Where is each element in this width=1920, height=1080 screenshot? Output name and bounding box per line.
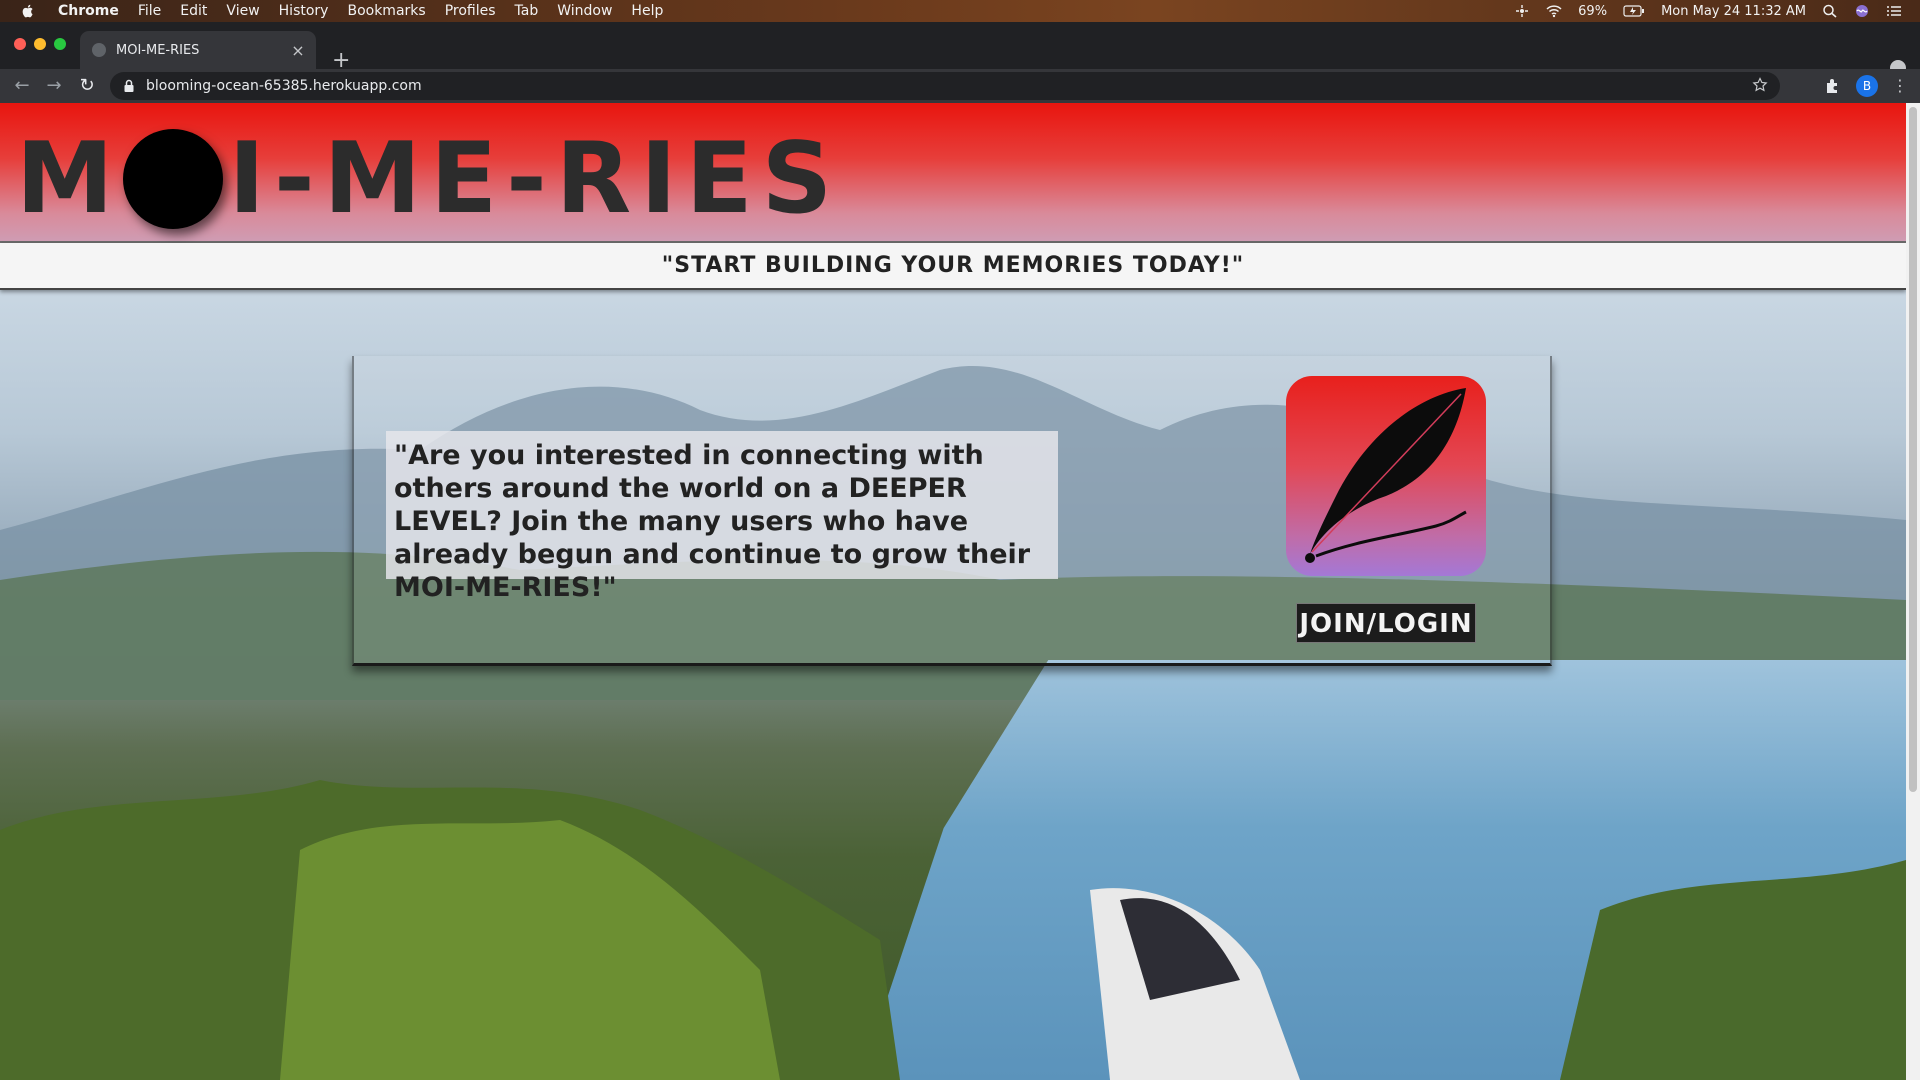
intro-text: "Are you interested in connecting with o… <box>386 431 1058 603</box>
battery-percent: 69% <box>1578 3 1608 19</box>
welcome-card: "Are you interested in connecting with o… <box>352 356 1552 666</box>
new-tab-button[interactable]: + <box>332 50 350 72</box>
tab-close-icon[interactable]: × <box>288 41 308 60</box>
join-login-button[interactable]: JOIN/LOGIN <box>1296 603 1476 643</box>
lock-icon[interactable] <box>122 79 136 93</box>
quill-logo-button[interactable] <box>1286 376 1486 576</box>
chrome-menu-button[interactable]: ⋮ <box>1892 77 1908 95</box>
extensions-puzzle-icon[interactable] <box>1824 77 1842 95</box>
page-viewport: M I-ME-RIES "START BUILDING YOUR MEMORIE… <box>0 103 1906 1080</box>
tab-favicon-icon <box>92 43 106 57</box>
battery-icon[interactable] <box>1623 4 1645 18</box>
menu-profiles[interactable]: Profiles <box>445 3 496 19</box>
logo-orb-icon <box>122 129 223 229</box>
url-text[interactable]: blooming-ocean-65385.herokuapp.com <box>146 78 422 94</box>
reload-button[interactable]: ↻ <box>76 75 98 97</box>
menu-window[interactable]: Window <box>557 3 612 19</box>
browser-tab-strip: MOI-ME-RIES × + <box>0 22 1920 76</box>
bookmark-star-icon[interactable] <box>1752 77 1768 93</box>
back-button[interactable]: ← <box>11 75 33 97</box>
wifi-icon[interactable] <box>1546 4 1562 18</box>
quill-feather-icon <box>1305 388 1467 563</box>
menu-app-name[interactable]: Chrome <box>58 3 119 19</box>
menu-history[interactable]: History <box>279 3 329 19</box>
zoom-window-button[interactable] <box>54 38 66 50</box>
browser-tab[interactable]: MOI-ME-RIES × <box>80 31 316 69</box>
address-bar[interactable]: blooming-ocean-65385.herokuapp.com <box>110 72 1780 100</box>
forward-button[interactable]: → <box>43 75 65 97</box>
tagline-banner: "START BUILDING YOUR MEMORIES TODAY!" <box>0 243 1906 290</box>
site-header: M I-ME-RIES <box>0 103 1906 243</box>
browser-toolbar: ← → ↻ blooming-ocean-65385.herokuapp.com… <box>0 69 1920 103</box>
menu-bookmarks[interactable]: Bookmarks <box>347 3 425 19</box>
menu-edit[interactable]: Edit <box>180 3 207 19</box>
tab-title: MOI-ME-RIES <box>116 42 200 58</box>
logo-text-start: M <box>16 122 123 236</box>
menu-tab[interactable]: Tab <box>515 3 539 19</box>
site-logo[interactable]: M I-ME-RIES <box>16 129 841 229</box>
siri-icon[interactable] <box>1854 4 1870 18</box>
clock[interactable]: Mon May 24 11:32 AM <box>1661 4 1806 19</box>
notification-center-icon[interactable] <box>1886 4 1902 18</box>
os-menubar: Chrome File Edit View History Bookmarks … <box>0 0 1920 22</box>
spotlight-search-icon[interactable] <box>1822 4 1838 18</box>
apple-icon[interactable] <box>20 3 36 19</box>
page-scrollbar[interactable] <box>1906 103 1920 1080</box>
minimize-window-button[interactable] <box>34 38 46 50</box>
scrollbar-thumb[interactable] <box>1909 107 1917 792</box>
profile-avatar[interactable]: B <box>1856 75 1878 97</box>
menu-file[interactable]: File <box>138 3 161 19</box>
close-window-button[interactable] <box>14 38 26 50</box>
foliage-scenery <box>0 780 1906 1080</box>
menu-help[interactable]: Help <box>631 3 663 19</box>
menu-view[interactable]: View <box>226 3 259 19</box>
logo-text-end: I-ME-RIES <box>228 122 842 236</box>
control-center-icon[interactable] <box>1514 4 1530 18</box>
